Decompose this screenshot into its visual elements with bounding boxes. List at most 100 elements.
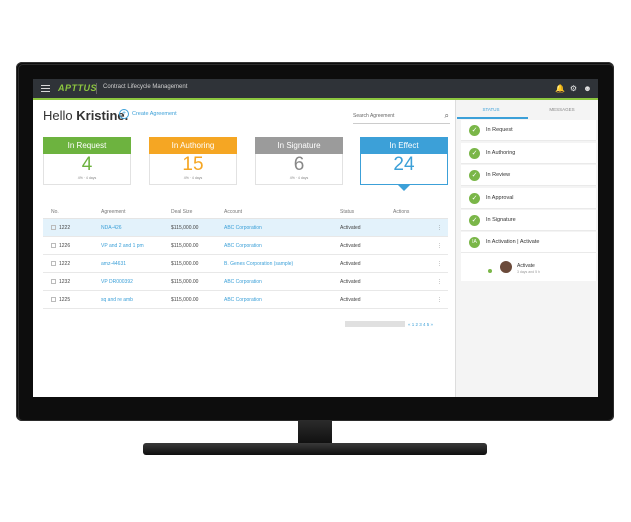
table-header: No. Agreement Deal Size Account Status A… bbox=[43, 205, 448, 219]
agreement-link[interactable]: sq and re amb bbox=[101, 297, 171, 303]
row-checkbox[interactable] bbox=[51, 296, 56, 302]
table-row[interactable]: 1222 amz-44631 $115,000.00 B. Genes Corp… bbox=[43, 255, 448, 273]
pagination-bar bbox=[345, 321, 405, 327]
card-header: In Request bbox=[43, 137, 131, 154]
table-row[interactable]: 1222 NDA-426 $115,000.00 ABC Corporation… bbox=[43, 219, 448, 237]
row-checkbox[interactable] bbox=[51, 278, 56, 284]
create-agreement-label: Create Agreement bbox=[132, 111, 177, 117]
step-label: In Signature bbox=[486, 217, 516, 223]
deal-size: $115,000.00 bbox=[171, 242, 199, 249]
status-text: Activated bbox=[340, 260, 361, 267]
col-header-account[interactable]: Account bbox=[224, 209, 340, 215]
tab-status[interactable]: STATUS bbox=[456, 107, 526, 112]
gear-icon[interactable]: ⚙ bbox=[569, 84, 578, 93]
account-link[interactable]: ABC Corporation bbox=[224, 243, 340, 249]
step-label: In Authoring bbox=[486, 150, 516, 156]
step-label: In Request bbox=[486, 127, 513, 133]
status-text: Activated bbox=[340, 296, 361, 303]
agreement-link[interactable]: NDA-426 bbox=[101, 225, 171, 231]
check-circle-icon: ✓ bbox=[469, 124, 480, 136]
hamburger-icon[interactable] bbox=[41, 85, 50, 92]
account-link[interactable]: B. Genes Corporation (sample) bbox=[224, 261, 340, 267]
row-number: 1222 bbox=[43, 225, 101, 231]
row-number-value: 1225 bbox=[59, 296, 71, 303]
row-checkbox[interactable] bbox=[51, 224, 56, 230]
row-number: 1225 bbox=[43, 297, 101, 303]
table-row[interactable]: 1226 VP and 2 and 1 pm $115,000.00 ABC C… bbox=[43, 237, 448, 255]
card-count: 24 bbox=[393, 154, 415, 175]
pagination-links[interactable]: « 1 2 3 4 5 » bbox=[408, 322, 433, 327]
step-in-approval[interactable]: ✓ In Approval bbox=[461, 188, 596, 209]
greeting-text: Hello bbox=[43, 108, 77, 123]
pagination: « 1 2 3 4 5 » bbox=[345, 320, 433, 328]
check-circle-icon: ✓ bbox=[469, 214, 480, 226]
step-badge: IA bbox=[469, 236, 480, 248]
more-actions-icon[interactable]: ⋮ bbox=[393, 297, 448, 303]
more-actions-icon[interactable]: ⋮ bbox=[393, 261, 448, 267]
status-dot bbox=[488, 269, 492, 273]
card-in-authoring[interactable]: In Authoring 15 4% · 4 days bbox=[149, 137, 237, 185]
card-subtext: 4% · 4 days bbox=[77, 176, 97, 180]
screen: APTTUS Contract Lifecycle Management 🔔 ⚙… bbox=[33, 79, 598, 397]
row-number-value: 1226 bbox=[59, 242, 71, 249]
apttus-logo: APTTUS bbox=[58, 83, 97, 93]
step-in-activation[interactable]: IA In Activation | Activate bbox=[461, 232, 596, 253]
more-actions-icon[interactable]: ⋮ bbox=[393, 225, 448, 231]
account-link[interactable]: ABC Corporation bbox=[224, 279, 340, 285]
col-header-no[interactable]: No. bbox=[43, 209, 101, 215]
table-row[interactable]: 1232 VP DR000392 $115,000.00 ABC Corpora… bbox=[43, 273, 448, 291]
col-header-deal-size[interactable]: Deal Size bbox=[171, 209, 224, 215]
deal-size: $115,000.00 bbox=[171, 278, 199, 285]
active-tab-indicator bbox=[457, 117, 528, 119]
search-icon[interactable]: ⌕ bbox=[445, 111, 449, 121]
search-input[interactable]: Search Agreement ⌕ bbox=[353, 111, 450, 124]
agreement-link[interactable]: VP DR000392 bbox=[101, 279, 171, 285]
row-checkbox[interactable] bbox=[51, 242, 56, 248]
top-bar-separator bbox=[96, 83, 97, 94]
card-in-request[interactable]: In Request 4 4% · 4 days bbox=[43, 137, 131, 185]
deal-size: $115,000.00 bbox=[171, 260, 199, 267]
card-in-signature[interactable]: In Signature 6 4% · 4 days bbox=[255, 137, 343, 185]
agreements-table: No. Agreement Deal Size Account Status A… bbox=[43, 205, 448, 309]
step-in-request[interactable]: ✓ In Request bbox=[461, 120, 596, 141]
row-number: 1222 bbox=[43, 261, 101, 267]
activity-time: 3 days and 5 h bbox=[517, 270, 540, 274]
step-label: In Review bbox=[486, 172, 511, 178]
more-actions-icon[interactable]: ⋮ bbox=[393, 243, 448, 249]
card-header: In Signature bbox=[255, 137, 343, 154]
create-agreement-button[interactable]: + Create Agreement bbox=[119, 109, 177, 119]
row-number: 1226 bbox=[43, 243, 101, 249]
step-in-review[interactable]: ✓ In Review bbox=[461, 165, 596, 186]
col-header-agreement[interactable]: Agreement bbox=[101, 209, 171, 215]
search-placeholder: Search Agreement bbox=[353, 113, 395, 119]
status-text: Activated bbox=[340, 224, 361, 231]
card-subtext: 4% · 4 days bbox=[289, 176, 309, 180]
table-row[interactable]: 1225 sq and re amb $115,000.00 ABC Corpo… bbox=[43, 291, 448, 309]
account-link[interactable]: ABC Corporation bbox=[224, 297, 340, 303]
tab-messages[interactable]: MESSAGES bbox=[527, 107, 597, 112]
card-header: In Authoring bbox=[149, 137, 237, 154]
step-in-signature[interactable]: ✓ In Signature bbox=[461, 210, 596, 231]
row-number: 1232 bbox=[43, 279, 101, 285]
card-count: 4 bbox=[81, 154, 93, 175]
more-actions-icon[interactable]: ⋮ bbox=[393, 279, 448, 285]
col-header-actions: Actions bbox=[393, 208, 410, 215]
card-in-effect[interactable]: In Effect 24 bbox=[360, 137, 448, 185]
agreement-link[interactable]: VP and 2 and 1 pm bbox=[101, 243, 171, 249]
col-header-status[interactable]: Status bbox=[340, 209, 393, 215]
row-checkbox[interactable] bbox=[51, 260, 56, 266]
status-text: Activated bbox=[340, 278, 361, 285]
row-number-value: 1232 bbox=[59, 278, 71, 285]
step-in-authoring[interactable]: ✓ In Authoring bbox=[461, 143, 596, 164]
bell-icon[interactable]: 🔔 bbox=[555, 84, 565, 93]
card-header: In Effect bbox=[360, 137, 448, 154]
row-number-value: 1222 bbox=[59, 224, 71, 231]
monitor-stand bbox=[143, 443, 487, 455]
row-number-value: 1222 bbox=[59, 260, 71, 267]
user-icon[interactable]: ☻ bbox=[583, 84, 592, 93]
step-label: In Approval bbox=[486, 195, 514, 201]
agreement-link[interactable]: amz-44631 bbox=[101, 261, 171, 267]
account-link[interactable]: ABC Corporation bbox=[224, 225, 340, 231]
status-text: Activated bbox=[340, 242, 361, 249]
card-count: 15 bbox=[182, 154, 204, 175]
